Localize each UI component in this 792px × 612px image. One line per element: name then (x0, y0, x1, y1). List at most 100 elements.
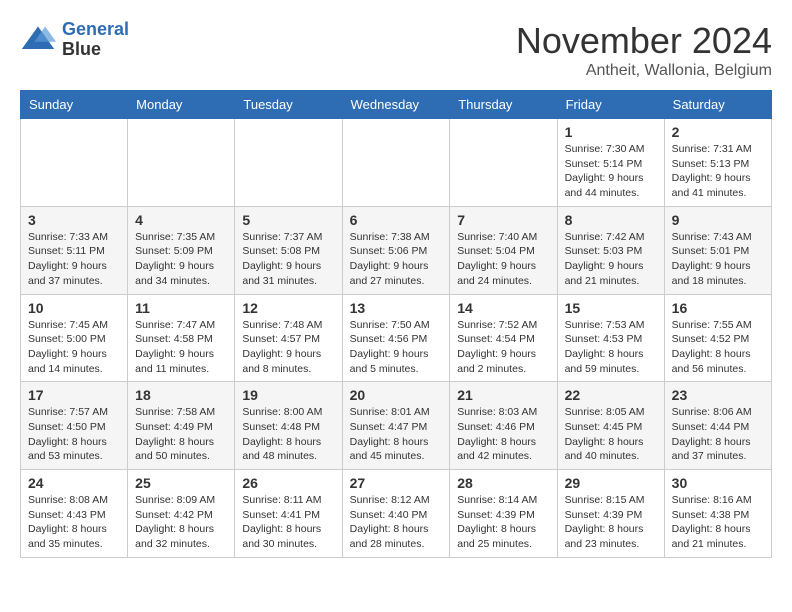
calendar-cell: 24 Sunrise: 8:08 AM Sunset: 4:43 PM Dayli… (21, 470, 128, 558)
day-header-tuesday: Tuesday (235, 91, 342, 119)
day-number: 21 (457, 387, 549, 403)
calendar-cell: 5 Sunrise: 7:37 AM Sunset: 5:08 PM Daylig… (235, 206, 342, 294)
calendar-cell: 9Sunrise: 7:43 AM Sunset: 5:01 PM Daylig… (664, 206, 771, 294)
calendar-cell: 8 Sunrise: 7:42 AM Sunset: 5:03 PM Daylig… (557, 206, 664, 294)
calendar-cell: 16 Sunrise: 7:55 AM Sunset: 4:52 PM Dayli… (664, 294, 771, 382)
day-info: Sunrise: 8:15 AM Sunset: 4:39 PM Dayligh… (565, 493, 657, 552)
day-info: Sunrise: 7:58 AM Sunset: 4:49 PM Dayligh… (135, 405, 227, 464)
calendar-cell: 13 Sunrise: 7:50 AM Sunset: 4:56 PM Dayli… (342, 294, 450, 382)
day-number: 18 (135, 387, 227, 403)
calendar-cell: 21 Sunrise: 8:03 AM Sunset: 4:46 PM Dayli… (450, 382, 557, 470)
day-number: 16 (672, 300, 764, 316)
day-number: 25 (135, 475, 227, 491)
day-number: 23 (672, 387, 764, 403)
day-number: 17 (28, 387, 120, 403)
calendar-cell: 2 Sunrise: 7:31 AM Sunset: 5:13 PM Daylig… (664, 119, 771, 207)
calendar-cell: 18 Sunrise: 7:58 AM Sunset: 4:49 PM Dayli… (128, 382, 235, 470)
day-number: 26 (242, 475, 334, 491)
calendar-week-row: 3 Sunrise: 7:33 AM Sunset: 5:11 PM Daylig… (21, 206, 772, 294)
calendar-cell: 30 Sunrise: 8:16 AM Sunset: 4:38 PM Dayli… (664, 470, 771, 558)
calendar-cell: 28Sunrise: 8:14 AM Sunset: 4:39 PM Dayli… (450, 470, 557, 558)
calendar-cell: 20 Sunrise: 8:01 AM Sunset: 4:47 PM Dayli… (342, 382, 450, 470)
day-info: Sunrise: 7:50 AM Sunset: 4:56 PM Dayligh… (350, 318, 443, 377)
day-number: 30 (672, 475, 764, 491)
calendar-cell: 15 Sunrise: 7:53 AM Sunset: 4:53 PM Dayli… (557, 294, 664, 382)
day-info: Sunrise: 8:06 AM Sunset: 4:44 PM Dayligh… (672, 405, 764, 464)
calendar-cell: 3 Sunrise: 7:33 AM Sunset: 5:11 PM Daylig… (21, 206, 128, 294)
day-info: Sunrise: 7:43 AM Sunset: 5:01 PM Dayligh… (672, 230, 764, 289)
day-number: 8 (565, 212, 657, 228)
calendar-cell (128, 119, 235, 207)
calendar-cell: 29 Sunrise: 8:15 AM Sunset: 4:39 PM Dayli… (557, 470, 664, 558)
day-info: Sunrise: 8:11 AM Sunset: 4:41 PM Dayligh… (242, 493, 334, 552)
day-info: Sunrise: 7:45 AM Sunset: 5:00 PM Dayligh… (28, 318, 120, 377)
calendar-cell: 4Sunrise: 7:35 AM Sunset: 5:09 PM Daylig… (128, 206, 235, 294)
day-number: 7 (457, 212, 549, 228)
day-info: Sunrise: 8:16 AM Sunset: 4:38 PM Dayligh… (672, 493, 764, 552)
title-block: November 2024 Antheit, Wallonia, Belgium (516, 20, 772, 80)
day-header-sunday: Sunday (21, 91, 128, 119)
calendar-cell: 6Sunrise: 7:38 AM Sunset: 5:06 PM Daylig… (342, 206, 450, 294)
day-info: Sunrise: 7:37 AM Sunset: 5:08 PM Dayligh… (242, 230, 334, 289)
day-info: Sunrise: 8:01 AM Sunset: 4:47 PM Dayligh… (350, 405, 443, 464)
calendar-cell: 25Sunrise: 8:09 AM Sunset: 4:42 PM Dayli… (128, 470, 235, 558)
day-info: Sunrise: 8:08 AM Sunset: 4:43 PM Dayligh… (28, 493, 120, 552)
logo-icon (20, 22, 56, 58)
day-number: 20 (350, 387, 443, 403)
calendar-cell: 23 Sunrise: 8:06 AM Sunset: 4:44 PM Dayli… (664, 382, 771, 470)
day-info: Sunrise: 7:53 AM Sunset: 4:53 PM Dayligh… (565, 318, 657, 377)
day-info: Sunrise: 8:00 AM Sunset: 4:48 PM Dayligh… (242, 405, 334, 464)
day-info: Sunrise: 7:55 AM Sunset: 4:52 PM Dayligh… (672, 318, 764, 377)
calendar-cell: 14 Sunrise: 7:52 AM Sunset: 4:54 PM Dayli… (450, 294, 557, 382)
day-number: 10 (28, 300, 120, 316)
day-number: 12 (242, 300, 334, 316)
month-title: November 2024 (516, 20, 772, 62)
day-info: Sunrise: 8:03 AM Sunset: 4:46 PM Dayligh… (457, 405, 549, 464)
day-number: 15 (565, 300, 657, 316)
day-number: 5 (242, 212, 334, 228)
day-info: Sunrise: 7:40 AM Sunset: 5:04 PM Dayligh… (457, 230, 549, 289)
day-number: 29 (565, 475, 657, 491)
day-info: Sunrise: 8:12 AM Sunset: 4:40 PM Dayligh… (350, 493, 443, 552)
day-header-monday: Monday (128, 91, 235, 119)
day-info: Sunrise: 7:52 AM Sunset: 4:54 PM Dayligh… (457, 318, 549, 377)
day-number: 3 (28, 212, 120, 228)
calendar-cell (450, 119, 557, 207)
day-number: 24 (28, 475, 120, 491)
calendar-week-row: 17 Sunrise: 7:57 AM Sunset: 4:50 PM Dayli… (21, 382, 772, 470)
day-header-thursday: Thursday (450, 91, 557, 119)
day-number: 22 (565, 387, 657, 403)
calendar-cell: 10 Sunrise: 7:45 AM Sunset: 5:00 PM Dayli… (21, 294, 128, 382)
day-number: 19 (242, 387, 334, 403)
calendar-cell: 22 Sunrise: 8:05 AM Sunset: 4:45 PM Dayli… (557, 382, 664, 470)
calendar-cell: 7 Sunrise: 7:40 AM Sunset: 5:04 PM Daylig… (450, 206, 557, 294)
day-header-friday: Friday (557, 91, 664, 119)
calendar-cell (235, 119, 342, 207)
calendar-cell: 26 Sunrise: 8:11 AM Sunset: 4:41 PM Dayli… (235, 470, 342, 558)
day-number: 1 (565, 124, 657, 140)
location-subtitle: Antheit, Wallonia, Belgium (516, 62, 772, 80)
day-info: Sunrise: 8:14 AM Sunset: 4:39 PM Dayligh… (457, 493, 549, 552)
day-info: Sunrise: 7:33 AM Sunset: 5:11 PM Dayligh… (28, 230, 120, 289)
day-info: Sunrise: 7:35 AM Sunset: 5:09 PM Dayligh… (135, 230, 227, 289)
calendar-week-row: 1 Sunrise: 7:30 AM Sunset: 5:14 PM Daylig… (21, 119, 772, 207)
day-info: Sunrise: 8:05 AM Sunset: 4:45 PM Dayligh… (565, 405, 657, 464)
calendar-cell (342, 119, 450, 207)
calendar-week-row: 24 Sunrise: 8:08 AM Sunset: 4:43 PM Dayli… (21, 470, 772, 558)
page-header: General Blue November 2024 Antheit, Wall… (20, 20, 772, 80)
day-info: Sunrise: 7:31 AM Sunset: 5:13 PM Dayligh… (672, 142, 764, 201)
calendar-cell: 12Sunrise: 7:48 AM Sunset: 4:57 PM Dayli… (235, 294, 342, 382)
calendar-week-row: 10 Sunrise: 7:45 AM Sunset: 5:00 PM Dayli… (21, 294, 772, 382)
day-number: 14 (457, 300, 549, 316)
day-info: Sunrise: 7:57 AM Sunset: 4:50 PM Dayligh… (28, 405, 120, 464)
day-number: 2 (672, 124, 764, 140)
day-number: 13 (350, 300, 443, 316)
calendar-cell: 11Sunrise: 7:47 AM Sunset: 4:58 PM Dayli… (128, 294, 235, 382)
calendar-cell: 1 Sunrise: 7:30 AM Sunset: 5:14 PM Daylig… (557, 119, 664, 207)
day-info: Sunrise: 7:42 AM Sunset: 5:03 PM Dayligh… (565, 230, 657, 289)
day-header-saturday: Saturday (664, 91, 771, 119)
calendar-cell: 27Sunrise: 8:12 AM Sunset: 4:40 PM Dayli… (342, 470, 450, 558)
day-info: Sunrise: 7:30 AM Sunset: 5:14 PM Dayligh… (565, 142, 657, 201)
day-header-wednesday: Wednesday (342, 91, 450, 119)
calendar-cell (21, 119, 128, 207)
